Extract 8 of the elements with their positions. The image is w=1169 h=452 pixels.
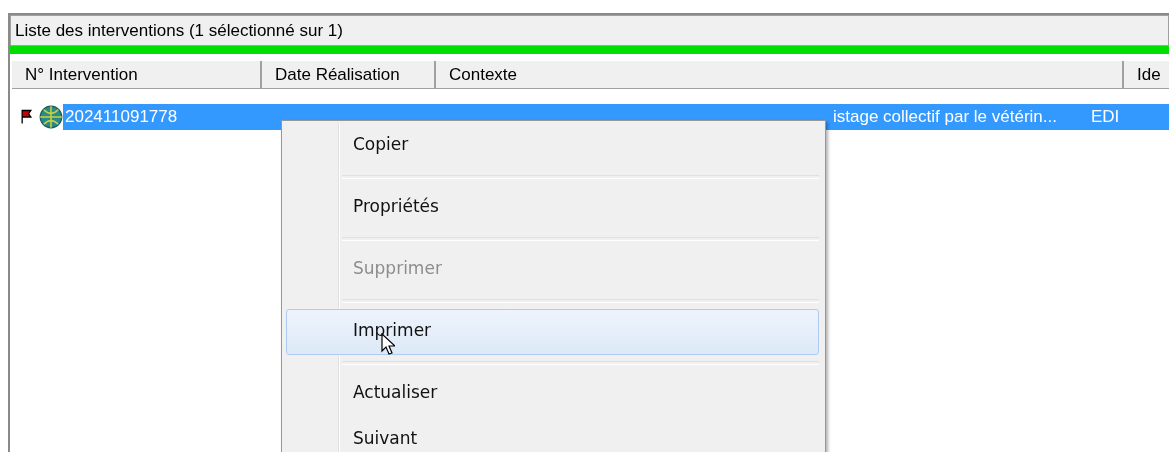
globe-icon — [39, 105, 63, 129]
flag-icon — [20, 109, 33, 125]
menu-item[interactable]: Actualiser — [286, 371, 819, 417]
table-cell: 202411091778 — [63, 104, 261, 130]
menu-item[interactable]: Imprimer — [286, 309, 819, 355]
panel-title: Liste des interventions (1 sélectionné sur 1) — [10, 15, 1169, 46]
menu-item[interactable]: Suivant — [286, 417, 819, 452]
menu-item[interactable]: Propriétés — [286, 185, 819, 231]
